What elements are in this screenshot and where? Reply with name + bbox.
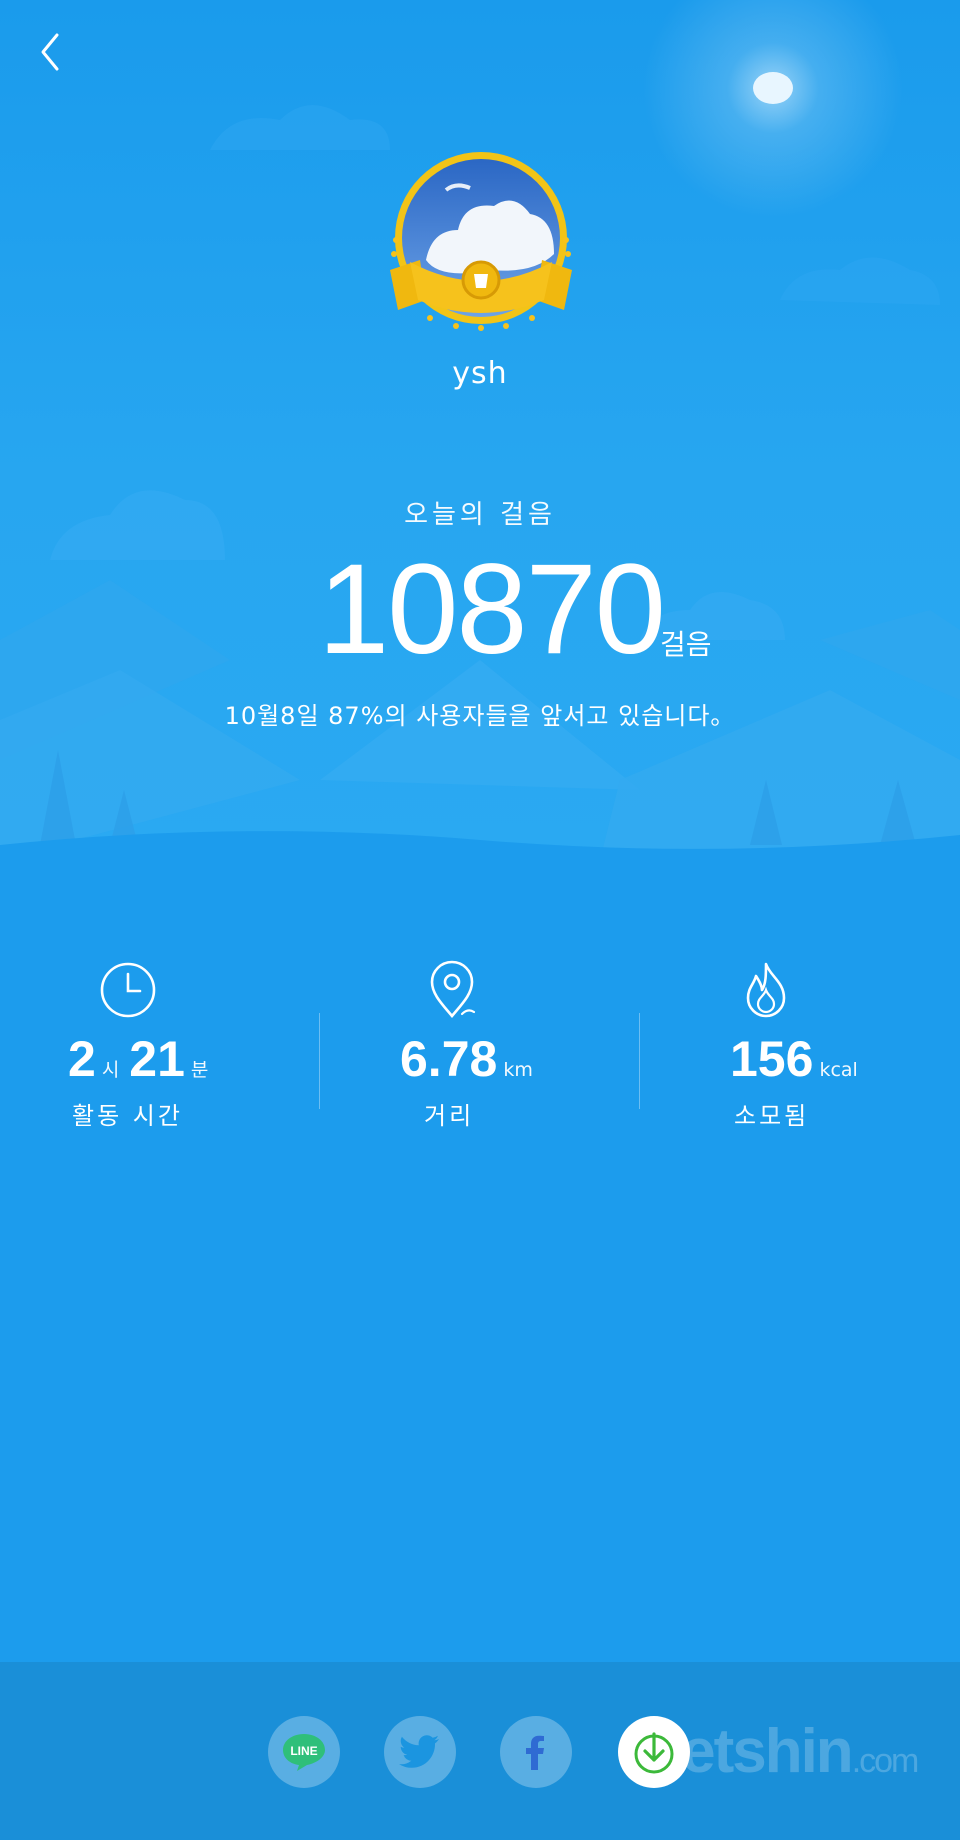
share-facebook-button[interactable] — [500, 1716, 572, 1788]
stat-calories: 156 kcal 소모됨 — [640, 960, 960, 1140]
steps-count: 10870 — [318, 538, 666, 681]
line-icon-label: LINE — [290, 1744, 317, 1758]
sun-glow — [643, 0, 903, 218]
calories-value-line: 156 kcal — [730, 1030, 868, 1088]
today-steps-label: 오늘의 걸음 — [404, 500, 556, 530]
share-twitter-button[interactable] — [384, 1716, 456, 1788]
line-icon: LINE — [283, 1734, 325, 1771]
hero-section — [0, 0, 960, 860]
flame-icon — [746, 962, 786, 1018]
watermark-domain: .com — [851, 1742, 920, 1780]
stats-divider — [319, 1013, 320, 1109]
clock-icon — [100, 962, 156, 1018]
distance-value: 6.78 — [400, 1031, 498, 1087]
activity-hours: 2 — [68, 1031, 96, 1087]
share-bar: dietshin.com LINE — [0, 1662, 960, 1840]
steps-unit: 걸음 — [660, 628, 712, 661]
calories-label: 소모됨 — [734, 1102, 810, 1130]
stats-panel: 2 시 21 분 활동 시간 6.78 km 거리 156 kcal 소모됨 — [0, 960, 960, 1140]
distance-label: 거리 — [424, 1102, 475, 1130]
distance-unit: km — [503, 1059, 533, 1081]
share-line-button[interactable]: LINE — [268, 1716, 340, 1788]
stat-activity-time: 2 시 21 분 활동 시간 — [0, 960, 320, 1140]
steps-count-row: 10870 걸음 — [0, 545, 960, 675]
location-pin-icon — [430, 960, 476, 1019]
download-icon — [634, 1732, 674, 1774]
stat-distance: 6.78 km 거리 — [320, 960, 640, 1140]
calories-value: 156 — [730, 1031, 814, 1087]
activity-time-value: 2 시 21 분 — [68, 1030, 218, 1088]
profile-avatar-badge[interactable] — [386, 150, 576, 350]
back-button[interactable] — [26, 28, 74, 76]
calories-unit: kcal — [819, 1059, 858, 1081]
stats-divider — [639, 1013, 640, 1109]
landscape-background — [0, 0, 960, 860]
rank-message: 10월8일 87%의 사용자들을 앞서고 있습니다。 — [224, 702, 736, 730]
activity-time-label: 활동 시간 — [72, 1102, 183, 1130]
activity-minutes-unit: 분 — [190, 1059, 209, 1081]
save-image-button[interactable] — [618, 1716, 690, 1788]
activity-minutes: 21 — [129, 1031, 185, 1087]
chevron-left-icon — [41, 33, 59, 71]
step-report-screen: ysh 오늘의 걸음 10870 걸음 10월8일 87%의 사용자들을 앞서고… — [0, 0, 960, 1840]
twitter-icon — [399, 1735, 439, 1768]
activity-hours-unit: 시 — [101, 1059, 120, 1081]
sun — [753, 72, 793, 104]
facebook-icon — [526, 1735, 544, 1770]
distance-value-line: 6.78 km — [400, 1030, 543, 1088]
username: ysh — [452, 356, 508, 391]
